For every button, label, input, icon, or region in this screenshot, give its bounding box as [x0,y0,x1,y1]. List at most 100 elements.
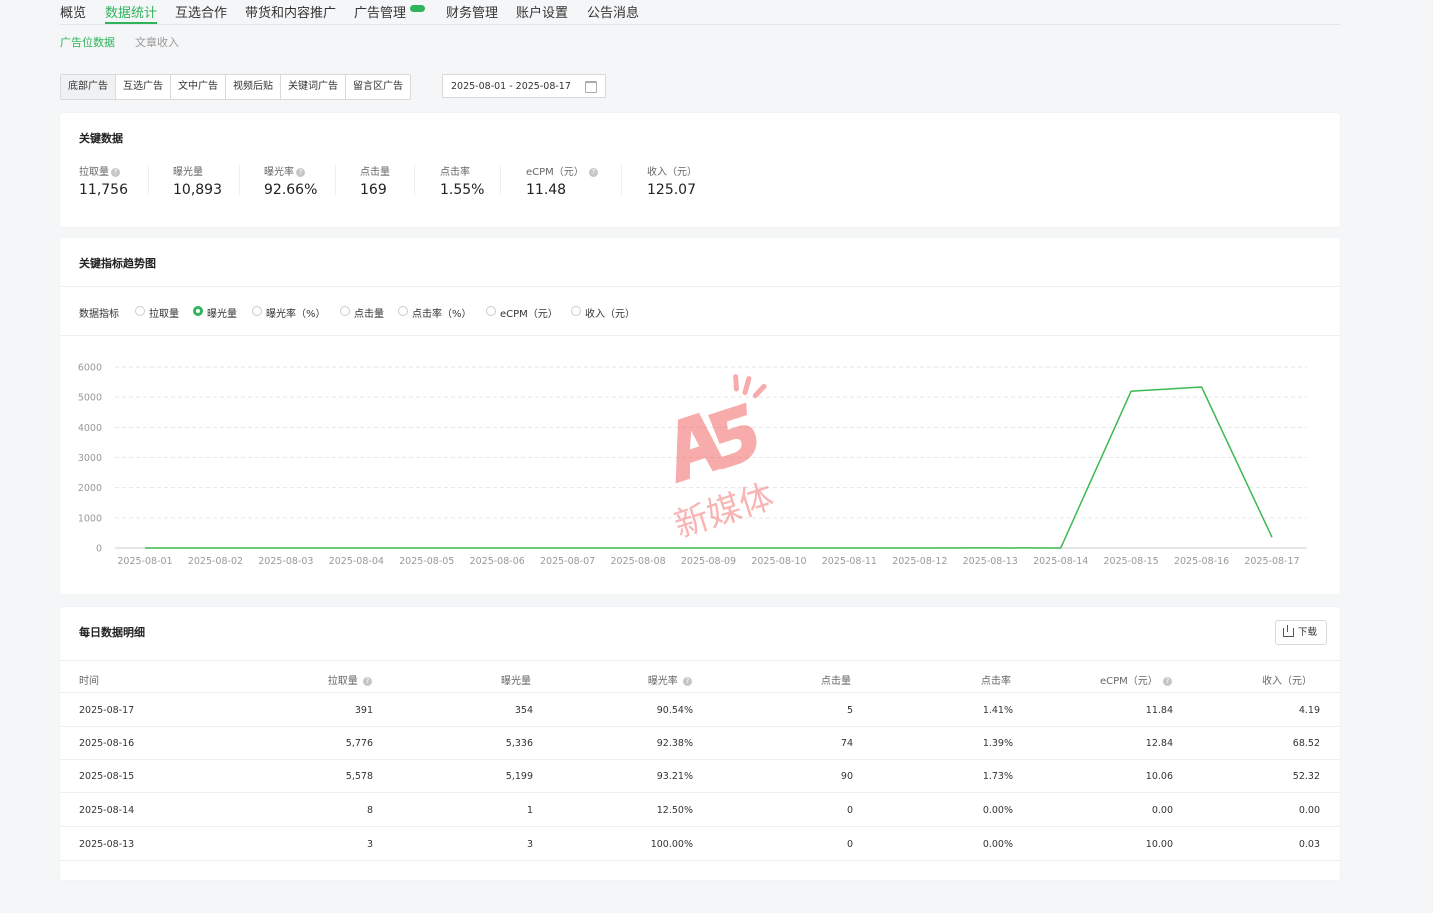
a5-logo-icon: 新媒体 [670,374,779,546]
radio-label-ecpm[interactable]: eCPM（元） [500,305,558,320]
table-cell: 0.03 [1298,839,1320,850]
radio-label-impressions[interactable]: 曝光量 [207,305,237,320]
col-header-clicks: 点击量 [821,676,851,687]
metric-label-pulls: 拉取量? [79,163,120,178]
row-divider [60,826,1340,827]
tab-overview[interactable]: 概览 [60,2,86,21]
help-icon[interactable]: ? [363,676,372,686]
tab-finance[interactable]: 财务管理 [446,2,498,21]
radio-label-ctr[interactable]: 点击率（%） [412,305,472,320]
metric-label-clicks: 点击量 [360,167,390,178]
divider [60,660,1340,661]
x-tick-label: 2025-08-07 [540,556,595,567]
help-icon[interactable]: ? [683,676,692,686]
radio-ctr[interactable] [398,306,408,316]
col-header-pulls: 拉取量 ? [328,672,372,687]
table-cell: 12.50% [656,805,693,816]
col-header-ecpm-text: eCPM（元） [1100,676,1158,687]
metric-divider [414,165,415,195]
y-tick-label: 5000 [78,393,102,404]
y-tick-label: 4000 [78,423,102,434]
divider [60,335,1340,336]
help-icon[interactable]: ? [111,167,120,177]
col-header-time: 时间 [79,676,99,687]
table-cell: 0 [846,839,853,850]
col-header-impression-rate-text: 曝光率 [647,676,678,687]
table-cell: 4.19 [1298,705,1320,716]
radio-label-clicks[interactable]: 点击量 [354,305,384,320]
key-data-title: 关键数据 [79,132,123,145]
tab-commerce-promotion[interactable]: 带货和内容推广 [245,2,336,21]
radio-label-pulls[interactable]: 拉取量 [149,305,179,320]
tab-announcements[interactable]: 公告消息 [587,2,639,21]
table-cell: 0 [846,805,853,816]
x-tick-label: 2025-08-12 [892,556,947,567]
ad-type-selector: 底部广告 互选广告 文中广告 视频后贴 关键词广告 留言区广告 [60,74,411,100]
metric-label-ecpm-text: eCPM（元） [526,167,584,178]
daily-title: 每日数据明细 [79,626,145,639]
radio-label-income[interactable]: 收入（元） [585,305,635,320]
table-cell: 74 [840,738,853,749]
table-cell: 11.84 [1145,705,1173,716]
seg-in-article-ad[interactable]: 文中广告 [171,75,226,99]
metric-value-ctr: 1.55% [440,182,485,198]
col-header-income: 收入（元） [1262,676,1312,687]
seg-keyword-ad[interactable]: 关键词广告 [281,75,346,99]
tab-mutual-selection[interactable]: 互选合作 [175,2,227,21]
metric-value-impressions: 10,893 [173,182,222,198]
help-icon[interactable]: ? [1163,676,1172,686]
metric-divider [335,165,336,195]
x-tick-label: 2025-08-17 [1244,556,1299,567]
seg-video-post-ad[interactable]: 视频后贴 [226,75,281,99]
metric-value-ecpm: 11.48 [526,182,567,198]
indicator-label: 数据指标 [79,309,119,320]
y-tick-label: 1000 [78,513,102,524]
x-tick-label: 2025-08-16 [1174,556,1229,567]
metric-value-pulls: 11,756 [79,182,128,198]
x-tick-label: 2025-08-01 [117,556,172,567]
table-cell: 2025-08-17 [79,705,135,716]
metric-label-income: 收入（元） [647,167,697,178]
table-cell: 391 [354,705,373,716]
trend-title: 关键指标趋势图 [79,257,156,270]
new-badge [410,5,426,12]
y-tick-label: 3000 [78,453,102,464]
subtab-ad-slot-data[interactable]: 广告位数据 [60,34,115,50]
x-tick-label: 2025-08-03 [258,556,313,567]
table-cell: 0.00% [982,839,1013,850]
table-cell: 1.39% [982,738,1013,749]
date-range-picker[interactable]: 2025-08-01 - 2025-08-17 [442,74,606,98]
x-tick-label: 2025-08-14 [1033,556,1088,567]
radio-impressions[interactable] [193,306,203,316]
help-icon[interactable]: ? [296,167,305,177]
help-icon[interactable]: ? [588,167,598,177]
table-cell: 90 [840,771,853,782]
radio-clicks[interactable] [340,306,350,316]
key-data-card [60,113,1340,227]
watermark-logo: 新媒体 [650,370,810,546]
col-header-impressions: 曝光量 [501,676,531,687]
radio-pulls[interactable] [135,306,145,316]
radio-ecpm[interactable] [486,306,496,316]
subtab-article-income[interactable]: 文章收入 [135,34,179,50]
tab-ad-management-label: 广告管理 [354,6,407,21]
table-cell: 2025-08-14 [79,805,135,816]
top-nav: 概览 数据统计 互选合作 带货和内容推广 广告管理 财务管理 账户设置 公告消息 [60,0,1340,25]
table-cell: 52.32 [1292,771,1320,782]
seg-comment-area-ad[interactable]: 留言区广告 [346,75,410,99]
y-tick-label: 6000 [78,363,102,374]
metric-label-ctr: 点击率 [440,167,470,178]
seg-mutual-ad[interactable]: 互选广告 [116,75,171,99]
table-cell: 0.00 [1151,805,1173,816]
table-cell: 12.84 [1145,738,1173,749]
radio-impression-rate[interactable] [252,306,262,316]
radio-label-impression-rate[interactable]: 曝光率（%） [266,305,326,320]
x-tick-label: 2025-08-15 [1104,556,1159,567]
download-button[interactable]: 下载 [1275,620,1327,645]
seg-bottom-ad[interactable]: 底部广告 [61,75,116,99]
tab-ad-management[interactable]: 广告管理 [354,2,426,21]
tab-account-settings[interactable]: 账户设置 [516,2,568,21]
radio-income[interactable] [571,306,581,316]
tab-data-stats[interactable]: 数据统计 [105,2,157,21]
divider [60,692,1340,693]
